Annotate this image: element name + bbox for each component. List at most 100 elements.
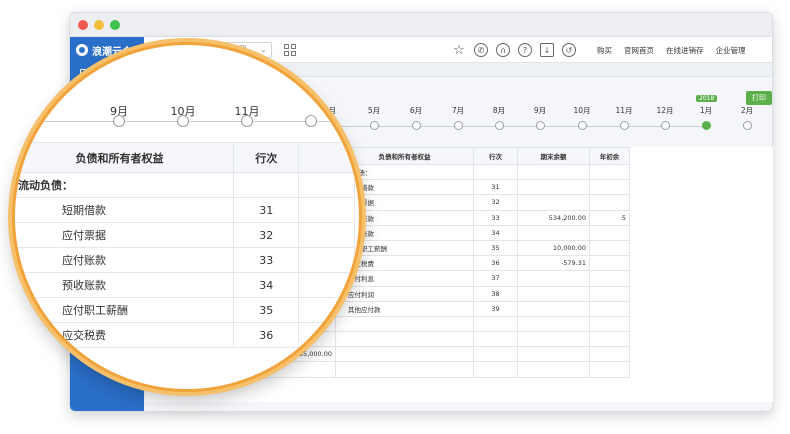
star-icon[interactable]: ☆ [452,43,466,58]
timeline-month: 9月 [533,106,547,115]
timeline-node[interactable] [619,121,629,130]
table-row: 应付职工薪酬 35 [15,297,355,323]
lens-row-line: 33 [233,247,300,273]
timeline-node[interactable] [535,121,545,130]
table-cell: 10,000.00 [517,239,590,257]
timeline-month: 1月 [699,106,713,115]
table-cell [517,361,590,378]
table-cell: 39 [473,300,518,317]
timeline-node[interactable] [701,121,711,130]
lens-row-label: 预收账款 [15,272,235,298]
timeline-month: 10月 [573,106,591,115]
lens-timeline-node[interactable] [305,115,317,127]
column-header: 行次 [473,147,518,165]
table-cell [589,331,630,348]
lens-row-line: 34 [233,272,300,298]
table-cell [589,194,630,211]
table-row: 预收账款 34 [15,272,355,298]
lens-row-line: 36 [233,322,300,348]
close-window-button[interactable] [78,20,88,30]
minimize-window-button[interactable] [94,20,104,30]
table-cell [473,361,518,378]
table-cell: 5 [589,209,630,226]
lens-row-line: 32 [233,222,300,248]
table-cell [517,346,590,363]
lens-timeline-node[interactable] [241,115,253,127]
timeline-month: 5月 [367,106,381,115]
lens-row-label: 应付账款 [15,247,235,273]
phone-icon[interactable]: ✆ [474,43,488,57]
table-cell: 38 [473,285,518,302]
timeline-node[interactable] [577,121,587,130]
lens-timeline-node[interactable] [177,115,189,127]
table-cell [517,194,590,211]
table-cell [589,270,630,287]
link-buy[interactable]: 购买 [597,45,612,56]
table-cell [473,163,518,181]
timeline-node[interactable] [453,121,463,130]
timeline-month: 8月 [492,106,506,115]
headset-icon[interactable]: ∩ [496,43,510,57]
table-cell: 36 [473,255,518,272]
table-cell [517,331,590,348]
timeline-month: 11月 [615,106,633,115]
table-cell: 534,200.00 [517,209,590,226]
table-row: 应付账款 33 [15,247,355,273]
lens-timeline-node[interactable] [113,115,125,127]
maximize-window-button[interactable] [110,20,120,30]
table-row: 应付票据32 [15,222,355,248]
year-badge: 2018 [696,95,718,102]
table-cell [589,224,630,241]
timeline-node[interactable] [742,121,752,130]
timeline-node[interactable] [411,121,421,130]
table-cell [589,179,630,196]
timeline-month: 12月 [656,106,674,115]
lens-row-line: 35 [233,297,300,323]
table-cell [517,270,590,287]
table-cell [589,163,630,181]
lens-row-label: 应付票据 [15,222,235,248]
table-cell [517,300,590,317]
table-row: 流动负债： [15,172,355,198]
timeline-month: 2月 [740,106,754,115]
table-cell [589,346,630,363]
table-row: 短期借款 31 [15,197,355,223]
table-cell [473,346,518,363]
print-button[interactable]: 打印 [746,91,772,105]
refresh-icon[interactable]: ↺ [562,43,576,57]
lens-table: 负债和所有者权益 行次 流动负债： 短期借款 31 应付票据 32 应付账款 33 预收账款… [15,142,355,348]
title-bar [70,13,772,37]
lens-row-label: 短期借款 [15,197,235,223]
help-icon[interactable]: ? [518,43,532,57]
table-cell [517,224,590,241]
header-links: 购买 官网首页 在线进销存 企业管理 [597,45,746,56]
column-header: 期末余额 [517,147,590,165]
table-cell: -579.31 [517,255,590,272]
table-cell [473,331,518,348]
link-inventory[interactable]: 在线进销存 [666,45,704,56]
timeline-node[interactable] [494,121,504,130]
table-cell: 34 [473,224,518,241]
lens-row-label: 应交税费 [15,322,235,348]
timeline-month: 7月 [451,106,465,115]
table-cell [517,315,590,333]
lens-row-label: 应付职工薪酬 [15,297,235,323]
table-cell [473,315,518,333]
table-cell: 33 [473,209,518,226]
document-icon[interactable]: ↓ [540,43,554,57]
timeline-month: 6月 [409,106,423,115]
lens-header-line: 行次 [233,142,300,173]
magnifier-lens: 9月 10月 11月 负债和所有者权益 行次 流动负债： 短期借款 31 应付票据 3… [12,42,362,392]
table-cell [589,285,630,302]
table-cell [517,163,590,181]
link-enterprise[interactable]: 企业管理 [716,45,746,56]
lens-header-liabilities: 负债和所有者权益 [15,142,235,173]
lens-section-label: 流动负债： [15,172,235,198]
timeline-node[interactable] [660,121,670,130]
timeline-node[interactable] [369,121,379,130]
link-home[interactable]: 官网首页 [624,45,654,56]
table-cell [589,255,630,272]
table-cell: 32 [473,194,518,211]
table-cell [517,179,590,196]
column-header: 年初余 [589,147,630,165]
